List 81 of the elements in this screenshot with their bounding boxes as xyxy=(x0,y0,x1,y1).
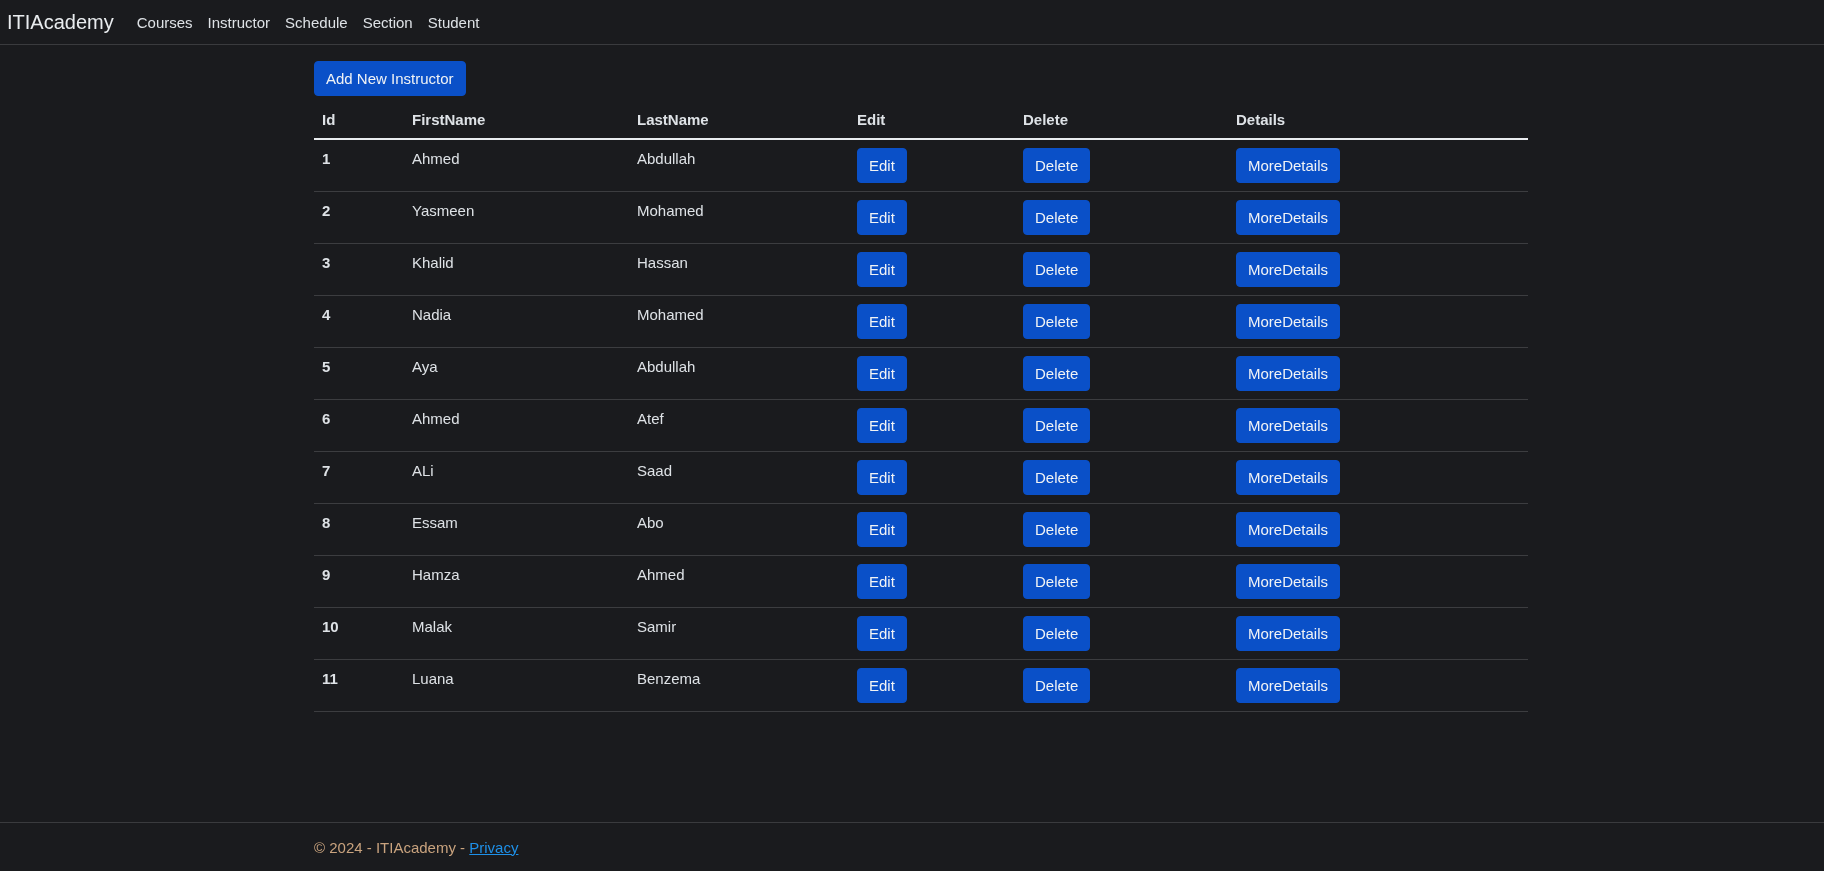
id-cell: 5 xyxy=(322,357,331,375)
more-details-button[interactable]: MoreDetails xyxy=(1236,355,1341,391)
delete-button[interactable]: Delete xyxy=(1023,563,1091,599)
first-name-cell: Hamza xyxy=(412,565,460,583)
delete-button[interactable]: Delete xyxy=(1023,303,1091,339)
more-details-button[interactable]: MoreDetails xyxy=(1236,459,1341,495)
more-details-button[interactable]: MoreDetails xyxy=(1236,251,1341,287)
edit-button[interactable]: Edit xyxy=(857,303,907,339)
more-details-button[interactable]: MoreDetails xyxy=(1236,147,1341,183)
delete-button[interactable]: Delete xyxy=(1023,251,1091,287)
delete-button[interactable]: Delete xyxy=(1023,511,1091,547)
id-cell: 9 xyxy=(322,565,331,583)
id-cell: 3 xyxy=(322,253,331,271)
add-instructor-button[interactable]: Add New Instructor xyxy=(314,61,466,96)
first-name-cell: Aya xyxy=(412,357,438,375)
nav-link[interactable]: Student xyxy=(427,13,480,31)
last-name-cell: Abdullah xyxy=(637,357,696,375)
id-cell: 4 xyxy=(322,305,331,323)
more-details-button[interactable]: MoreDetails xyxy=(1236,563,1341,599)
copyright-text: © 2024 - ITIAcademy - xyxy=(314,838,467,856)
column-header: Delete xyxy=(1023,111,1069,128)
nav-link[interactable]: Schedule xyxy=(285,13,348,31)
id-cell: 11 xyxy=(322,669,338,687)
id-cell: 6 xyxy=(322,409,331,427)
delete-button[interactable]: Delete xyxy=(1023,667,1091,703)
first-name-cell: ALi xyxy=(412,461,434,479)
more-details-button[interactable]: MoreDetails xyxy=(1236,667,1341,703)
more-details-button[interactable]: MoreDetails xyxy=(1236,407,1341,443)
column-header: Id xyxy=(322,111,336,128)
id-cell: 2 xyxy=(322,201,331,219)
delete-button[interactable]: Delete xyxy=(1023,459,1091,495)
last-name-cell: Samir xyxy=(637,617,677,635)
last-name-cell: Abo xyxy=(637,513,664,531)
edit-button[interactable]: Edit xyxy=(857,459,907,495)
edit-button[interactable]: Edit xyxy=(857,147,907,183)
more-details-button[interactable]: MoreDetails xyxy=(1236,511,1341,547)
last-name-cell: Mohamed xyxy=(637,305,704,323)
privacy-link[interactable]: Privacy xyxy=(469,838,519,856)
first-name-cell: Nadia xyxy=(412,305,452,323)
first-name-cell: Ahmed xyxy=(412,409,460,427)
first-name-cell: Yasmeen xyxy=(412,201,475,219)
delete-button[interactable]: Delete xyxy=(1023,355,1091,391)
last-name-cell: Abdullah xyxy=(637,149,696,167)
edit-button[interactable]: Edit xyxy=(857,251,907,287)
last-name-cell: Atef xyxy=(637,409,664,427)
last-name-cell: Saad xyxy=(637,461,673,479)
more-details-button[interactable]: MoreDetails xyxy=(1236,199,1341,235)
nav-link[interactable]: Instructor xyxy=(207,13,271,31)
id-cell: 10 xyxy=(322,617,339,635)
id-cell: 1 xyxy=(322,149,331,167)
nav-link[interactable]: Courses xyxy=(136,13,193,31)
more-details-button[interactable]: MoreDetails xyxy=(1236,303,1341,339)
edit-button[interactable]: Edit xyxy=(857,355,907,391)
brand-link[interactable]: ITIAcademy xyxy=(7,10,114,34)
edit-button[interactable]: Edit xyxy=(857,563,907,599)
delete-button[interactable]: Delete xyxy=(1023,147,1091,183)
delete-button[interactable]: Delete xyxy=(1023,407,1091,443)
id-cell: 7 xyxy=(322,461,331,479)
first-name-cell: Ahmed xyxy=(412,149,460,167)
first-name-cell: Luana xyxy=(412,669,454,687)
edit-button[interactable]: Edit xyxy=(857,667,907,703)
edit-button[interactable]: Edit xyxy=(857,511,907,547)
edit-button[interactable]: Edit xyxy=(857,615,907,651)
last-name-cell: Mohamed xyxy=(637,201,704,219)
column-header: LastName xyxy=(637,111,709,128)
delete-button[interactable]: Delete xyxy=(1023,615,1091,651)
more-details-button[interactable]: MoreDetails xyxy=(1236,615,1341,651)
column-header: FirstName xyxy=(412,111,486,128)
edit-button[interactable]: Edit xyxy=(857,407,907,443)
last-name-cell: Hassan xyxy=(637,253,688,271)
column-header: Edit xyxy=(857,111,886,128)
nav-link[interactable]: Section xyxy=(362,13,413,31)
delete-button[interactable]: Delete xyxy=(1023,199,1091,235)
edit-button[interactable]: Edit xyxy=(857,199,907,235)
first-name-cell: Malak xyxy=(412,617,452,635)
id-cell: 8 xyxy=(322,513,331,531)
first-name-cell: Khalid xyxy=(412,253,454,271)
column-header: Details xyxy=(1236,111,1286,128)
last-name-cell: Ahmed xyxy=(637,565,685,583)
last-name-cell: Benzema xyxy=(637,669,701,687)
first-name-cell: Essam xyxy=(412,513,458,531)
